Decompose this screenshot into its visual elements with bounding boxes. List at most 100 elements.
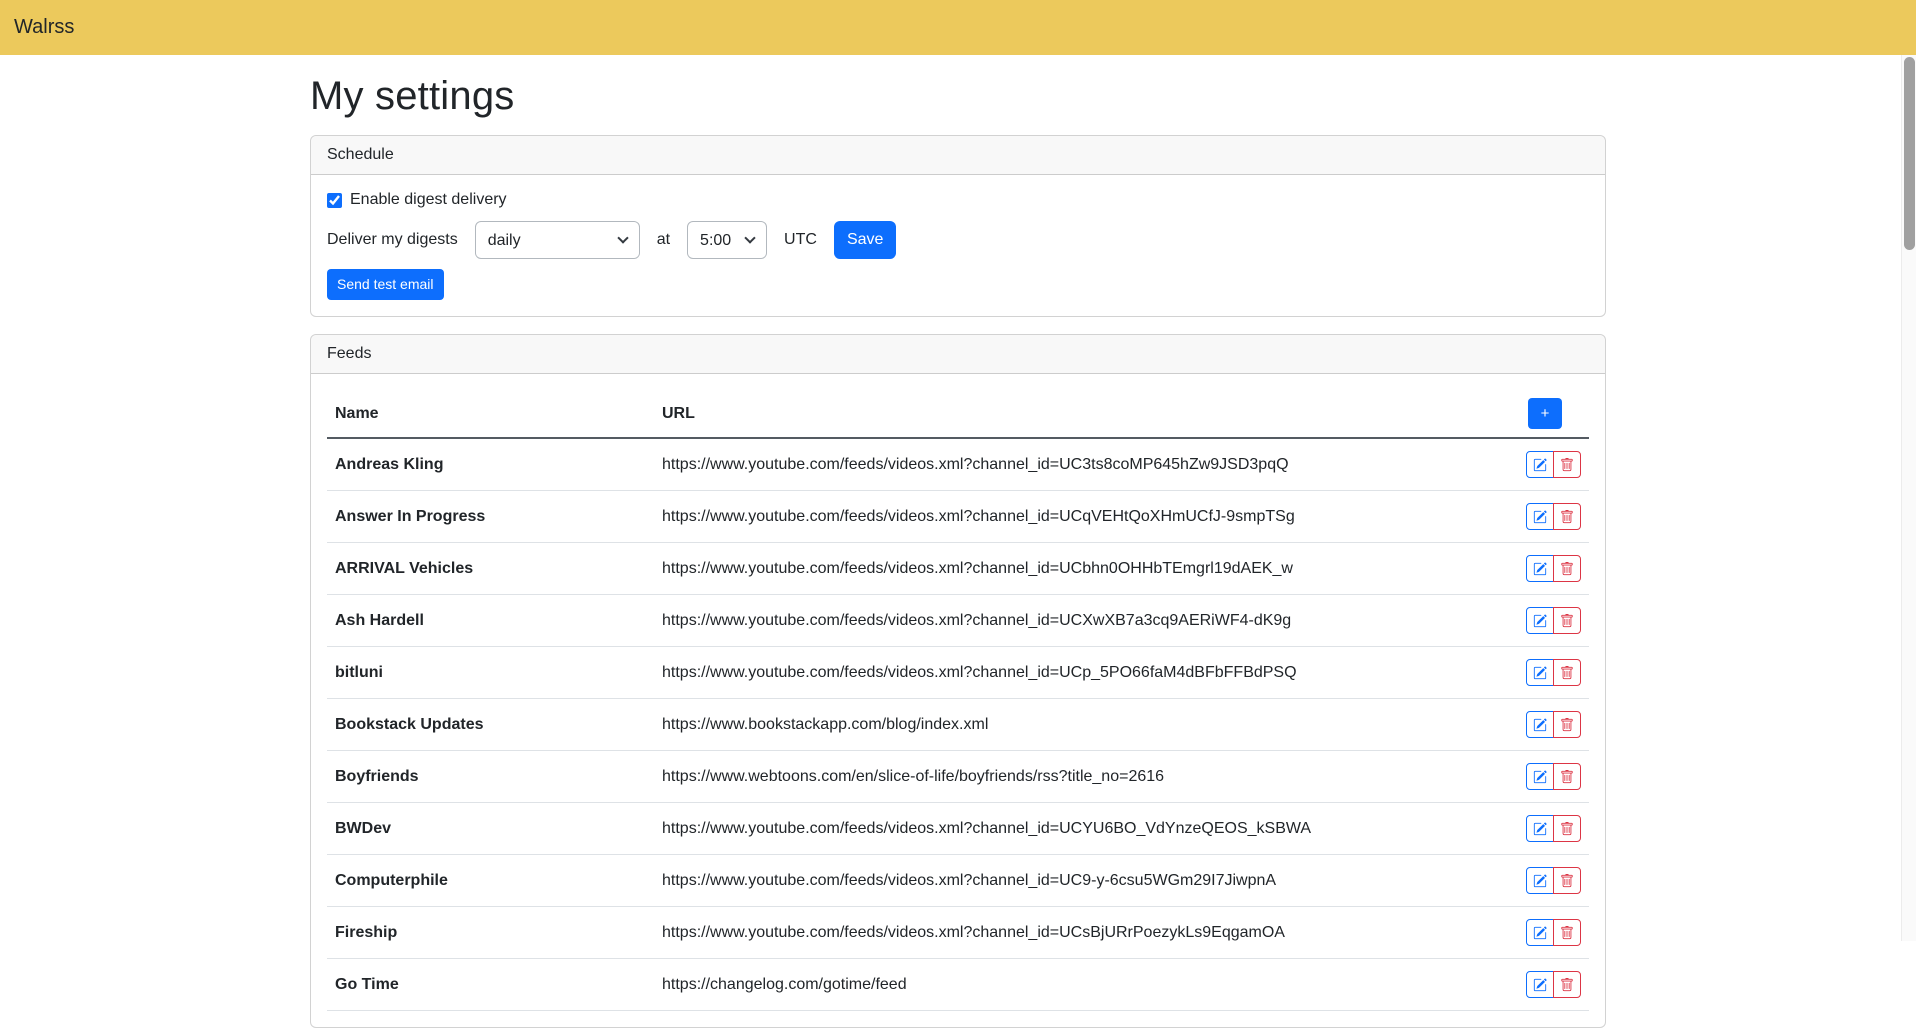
- feed-url: https://www.youtube.com/feeds/videos.xml…: [654, 595, 1493, 647]
- delete-feed-button[interactable]: [1553, 503, 1581, 530]
- enable-digest-label: Enable digest delivery: [350, 191, 507, 209]
- pencil-square-icon: [1533, 718, 1547, 732]
- feeds-card-header: Feeds: [311, 335, 1605, 374]
- delete-feed-button[interactable]: [1553, 815, 1581, 842]
- enable-digest-checkbox[interactable]: [327, 193, 342, 208]
- trash-icon: [1560, 666, 1574, 680]
- trash-icon: [1560, 770, 1574, 784]
- feed-actions: [1526, 867, 1581, 894]
- feed-url: https://www.youtube.com/feeds/videos.xml…: [654, 438, 1493, 491]
- feed-name: Answer In Progress: [327, 491, 654, 543]
- edit-feed-button[interactable]: [1526, 867, 1554, 894]
- feed-name: Fireship: [327, 907, 654, 959]
- scrollbar[interactable]: [1901, 55, 1916, 941]
- save-button[interactable]: Save: [834, 221, 896, 259]
- table-row: Computerphile https://www.youtube.com/fe…: [327, 855, 1589, 907]
- send-test-email-button[interactable]: Send test email: [327, 269, 444, 300]
- table-row: Fireship https://www.youtube.com/feeds/v…: [327, 907, 1589, 959]
- pencil-square-icon: [1533, 666, 1547, 680]
- table-row: Bookstack Updates https://www.bookstacka…: [327, 699, 1589, 751]
- table-row: ARRIVAL Vehicles https://www.youtube.com…: [327, 543, 1589, 595]
- edit-feed-button[interactable]: [1526, 659, 1554, 686]
- table-row: Ash Hardell https://www.youtube.com/feed…: [327, 595, 1589, 647]
- pencil-square-icon: [1533, 562, 1547, 576]
- pencil-square-icon: [1533, 510, 1547, 524]
- pencil-square-icon: [1533, 822, 1547, 836]
- feed-url: https://www.youtube.com/feeds/videos.xml…: [654, 647, 1493, 699]
- feed-name: Computerphile: [327, 855, 654, 907]
- feed-name: bitluni: [327, 647, 654, 699]
- main-content: My settings Schedule Enable digest deliv…: [298, 74, 1618, 1028]
- trash-icon: [1560, 822, 1574, 836]
- feeds-table: Name URL + Andreas Kling https://www.you…: [327, 390, 1589, 1011]
- column-header-url: URL: [654, 390, 1493, 438]
- schedule-card-body: Enable digest delivery Deliver my digest…: [311, 175, 1605, 316]
- edit-feed-button[interactable]: [1526, 503, 1554, 530]
- trash-icon: [1560, 926, 1574, 940]
- feed-url: https://www.youtube.com/feeds/videos.xml…: [654, 543, 1493, 595]
- feed-name: Andreas Kling: [327, 438, 654, 491]
- pencil-square-icon: [1533, 978, 1547, 992]
- trash-icon: [1560, 874, 1574, 888]
- add-feed-button[interactable]: +: [1528, 398, 1562, 429]
- navbar: Walrss: [0, 0, 1916, 55]
- trash-icon: [1560, 458, 1574, 472]
- delete-feed-button[interactable]: [1553, 451, 1581, 478]
- pencil-square-icon: [1533, 770, 1547, 784]
- feed-actions: [1526, 503, 1581, 530]
- frequency-select[interactable]: daily: [475, 221, 640, 259]
- feed-name: Bookstack Updates: [327, 699, 654, 751]
- feed-name: ARRIVAL Vehicles: [327, 543, 654, 595]
- feed-actions: [1526, 555, 1581, 582]
- pencil-square-icon: [1533, 614, 1547, 628]
- delete-feed-button[interactable]: [1553, 867, 1581, 894]
- feed-actions: [1526, 711, 1581, 738]
- feed-actions: [1526, 763, 1581, 790]
- edit-feed-button[interactable]: [1526, 451, 1554, 478]
- delete-feed-button[interactable]: [1553, 919, 1581, 946]
- delete-feed-button[interactable]: [1553, 555, 1581, 582]
- feed-actions: [1526, 451, 1581, 478]
- delete-feed-button[interactable]: [1553, 971, 1581, 998]
- delete-feed-button[interactable]: [1553, 607, 1581, 634]
- delete-feed-button[interactable]: [1553, 659, 1581, 686]
- edit-feed-button[interactable]: [1526, 607, 1554, 634]
- page-title: My settings: [310, 74, 1606, 119]
- trash-icon: [1560, 614, 1574, 628]
- table-row: Answer In Progress https://www.youtube.c…: [327, 491, 1589, 543]
- trash-icon: [1560, 562, 1574, 576]
- edit-feed-button[interactable]: [1526, 971, 1554, 998]
- feeds-table-header-row: Name URL +: [327, 390, 1589, 438]
- feed-url: https://www.webtoons.com/en/slice-of-lif…: [654, 751, 1493, 803]
- feed-actions: [1526, 971, 1581, 998]
- pencil-square-icon: [1533, 458, 1547, 472]
- at-label: at: [657, 231, 670, 249]
- edit-feed-button[interactable]: [1526, 919, 1554, 946]
- brand-link[interactable]: Walrss: [14, 16, 74, 39]
- deliver-label: Deliver my digests: [327, 231, 458, 249]
- pencil-square-icon: [1533, 926, 1547, 940]
- schedule-card-header: Schedule: [311, 136, 1605, 175]
- edit-feed-button[interactable]: [1526, 555, 1554, 582]
- edit-feed-button[interactable]: [1526, 763, 1554, 790]
- feed-url: https://www.youtube.com/feeds/videos.xml…: [654, 803, 1493, 855]
- table-row: Boyfriends https://www.webtoons.com/en/s…: [327, 751, 1589, 803]
- delete-feed-button[interactable]: [1553, 711, 1581, 738]
- schedule-card: Schedule Enable digest delivery Deliver …: [310, 135, 1606, 317]
- feed-actions: [1526, 815, 1581, 842]
- edit-feed-button[interactable]: [1526, 815, 1554, 842]
- edit-feed-button[interactable]: [1526, 711, 1554, 738]
- feed-name: Ash Hardell: [327, 595, 654, 647]
- feed-actions: [1526, 659, 1581, 686]
- column-header-name: Name: [327, 390, 654, 438]
- delete-feed-button[interactable]: [1553, 763, 1581, 790]
- feed-name: BWDev: [327, 803, 654, 855]
- trash-icon: [1560, 510, 1574, 524]
- table-row: BWDev https://www.youtube.com/feeds/vide…: [327, 803, 1589, 855]
- feed-url: https://www.bookstackapp.com/blog/index.…: [654, 699, 1493, 751]
- time-select[interactable]: 5:00: [687, 221, 767, 259]
- trash-icon: [1560, 718, 1574, 732]
- scrollbar-thumb[interactable]: [1904, 57, 1915, 250]
- table-row: bitluni https://www.youtube.com/feeds/vi…: [327, 647, 1589, 699]
- trash-icon: [1560, 978, 1574, 992]
